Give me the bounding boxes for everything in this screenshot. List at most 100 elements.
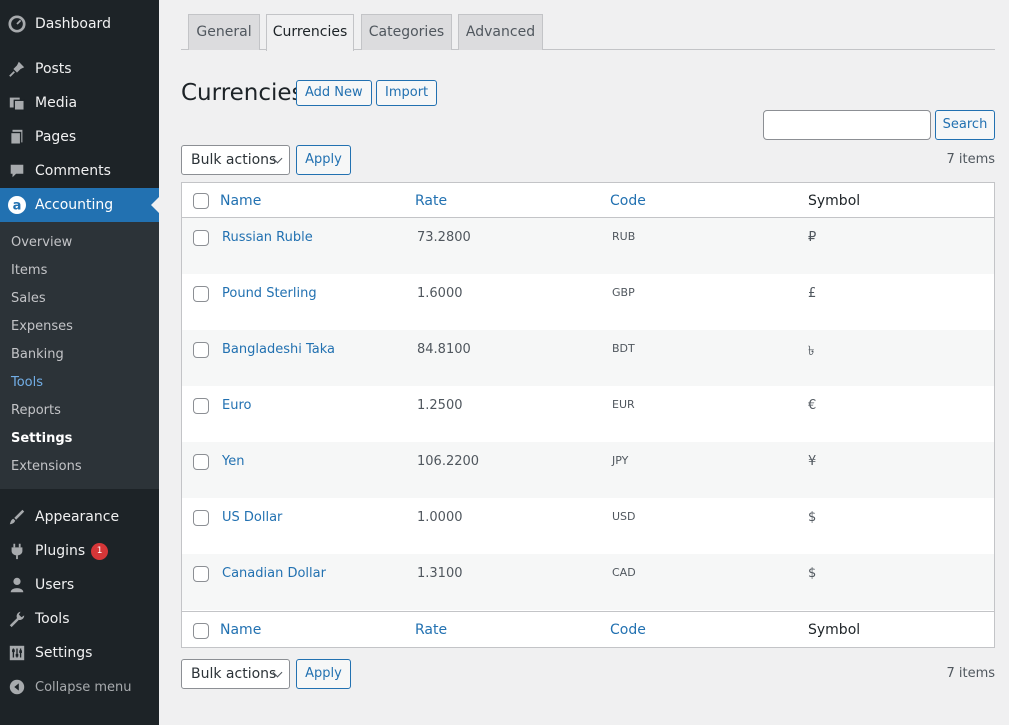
- bulk-actions-select-top[interactable]: Bulk actions: [181, 145, 290, 175]
- currency-name-link[interactable]: Pound Sterling: [222, 286, 317, 301]
- svg-text:a: a: [13, 199, 22, 214]
- menu-accounting[interactable]: a Accounting: [0, 188, 159, 222]
- search-input[interactable]: [763, 110, 931, 140]
- menu-plugins[interactable]: Plugins 1: [0, 534, 159, 568]
- currency-rate: 1.6000: [417, 286, 463, 301]
- currency-code: EUR: [612, 398, 635, 411]
- currency-name-link[interactable]: Yen: [222, 454, 244, 469]
- menu-pages[interactable]: Pages: [0, 120, 159, 154]
- submenu-tools[interactable]: Tools: [11, 373, 43, 393]
- user-icon: [7, 575, 27, 595]
- currency-symbol: ¥: [808, 454, 817, 469]
- currency-symbol: £: [808, 286, 817, 301]
- submenu-items[interactable]: Items: [11, 261, 47, 281]
- select-all-checkbox[interactable]: [193, 193, 209, 209]
- currency-code: RUB: [612, 230, 636, 243]
- menu-label: Settings: [35, 645, 93, 661]
- currency-code: CAD: [612, 566, 636, 579]
- row-checkbox[interactable]: [193, 230, 209, 246]
- row-checkbox[interactable]: [193, 510, 209, 526]
- accounting-icon: a: [7, 195, 27, 215]
- menu-label: Pages: [35, 129, 77, 145]
- menu-label: Accounting: [35, 197, 114, 213]
- currencies-table: Name Rate Code Symbol Russian Ruble 73.2…: [181, 182, 995, 648]
- menu-label: Appearance: [35, 509, 120, 525]
- menu-tools[interactable]: Tools: [0, 602, 159, 636]
- currency-code: GBP: [612, 286, 635, 299]
- currency-rate: 1.3100: [417, 566, 463, 581]
- plugin-icon: [7, 541, 27, 561]
- search-button[interactable]: Search: [935, 110, 995, 140]
- media-icon: [7, 93, 27, 113]
- menu-posts[interactable]: Posts: [0, 52, 159, 86]
- tab-advanced[interactable]: Advanced: [458, 14, 543, 50]
- menu-label: Media: [35, 95, 78, 111]
- bulk-actions-select-bottom[interactable]: Bulk actions: [181, 659, 290, 689]
- accounting-submenu: Overview Items Sales Expenses Banking To…: [0, 222, 159, 489]
- row-checkbox[interactable]: [193, 566, 209, 582]
- currency-name-link[interactable]: Bangladeshi Taka: [222, 342, 335, 357]
- table-row: Yen 106.2200 JPY ¥: [182, 442, 994, 498]
- menu-dashboard[interactable]: Dashboard: [0, 7, 159, 41]
- currency-code: BDT: [612, 342, 635, 355]
- table-row: Russian Ruble 73.2800 RUB ₽: [182, 218, 994, 274]
- menu-comments[interactable]: Comments: [0, 154, 159, 188]
- pin-icon: [7, 59, 27, 79]
- tab-categories[interactable]: Categories: [361, 14, 452, 50]
- apply-button-top[interactable]: Apply: [296, 145, 351, 175]
- currency-name-link[interactable]: US Dollar: [222, 510, 282, 525]
- column-footer-symbol: Symbol: [808, 622, 861, 638]
- table-header: Name Rate Code Symbol: [182, 183, 994, 218]
- apply-button-bottom[interactable]: Apply: [296, 659, 351, 689]
- column-header-code[interactable]: Code: [610, 193, 646, 209]
- add-new-button[interactable]: Add New: [296, 80, 372, 106]
- menu-label: Plugins: [35, 543, 86, 559]
- column-header-name[interactable]: Name: [220, 193, 261, 209]
- currency-name-link[interactable]: Euro: [222, 398, 251, 413]
- submenu-reports[interactable]: Reports: [11, 401, 61, 421]
- submenu-extensions[interactable]: Extensions: [11, 457, 82, 477]
- row-checkbox[interactable]: [193, 398, 209, 414]
- column-footer-name[interactable]: Name: [220, 622, 261, 638]
- submenu-banking[interactable]: Banking: [11, 345, 64, 365]
- submenu-expenses[interactable]: Expenses: [11, 317, 73, 337]
- menu-label: Dashboard: [35, 16, 111, 32]
- table-row: US Dollar 1.0000 USD $: [182, 498, 994, 554]
- currency-name-link[interactable]: Canadian Dollar: [222, 566, 326, 581]
- bulk-actions-label: Bulk actions: [191, 666, 277, 682]
- row-checkbox[interactable]: [193, 286, 209, 302]
- currency-symbol: $: [808, 566, 817, 581]
- currency-name-link[interactable]: Russian Ruble: [222, 230, 313, 245]
- tab-general[interactable]: General: [188, 14, 260, 50]
- comments-icon: [7, 161, 27, 181]
- column-header-rate[interactable]: Rate: [415, 193, 447, 209]
- select-all-checkbox-footer[interactable]: [193, 623, 209, 639]
- menu-label: Tools: [35, 611, 70, 627]
- row-checkbox[interactable]: [193, 342, 209, 358]
- currency-rate: 106.2200: [417, 454, 480, 469]
- menu-users[interactable]: Users: [0, 568, 159, 602]
- submenu-overview[interactable]: Overview: [11, 233, 72, 253]
- row-checkbox[interactable]: [193, 454, 209, 470]
- menu-appearance[interactable]: Appearance: [0, 500, 159, 534]
- submenu-settings[interactable]: Settings: [11, 429, 72, 449]
- currency-rate: 73.2800: [417, 230, 471, 245]
- menu-label: Users: [35, 577, 75, 593]
- column-footer-code[interactable]: Code: [610, 622, 646, 638]
- items-count-top: 7 items: [946, 152, 995, 167]
- admin-sidebar: Dashboard Posts Media Pages Comments a A…: [0, 0, 159, 725]
- import-button[interactable]: Import: [376, 80, 438, 106]
- table-row: Pound Sterling 1.6000 GBP £: [182, 274, 994, 330]
- menu-media[interactable]: Media: [0, 86, 159, 120]
- currency-symbol: $: [808, 510, 817, 525]
- currency-rate: 1.0000: [417, 510, 463, 525]
- table-row: Euro 1.2500 EUR €: [182, 386, 994, 442]
- plugins-update-badge: 1: [91, 542, 109, 560]
- submenu-sales[interactable]: Sales: [11, 289, 46, 309]
- current-menu-arrow: [151, 197, 159, 213]
- collapse-menu-button[interactable]: Collapse menu: [0, 670, 159, 704]
- tab-currencies[interactable]: Currencies: [266, 14, 354, 51]
- column-footer-rate[interactable]: Rate: [415, 622, 447, 638]
- menu-settings[interactable]: Settings: [0, 636, 159, 670]
- table-footer: Name Rate Code Symbol: [182, 611, 994, 646]
